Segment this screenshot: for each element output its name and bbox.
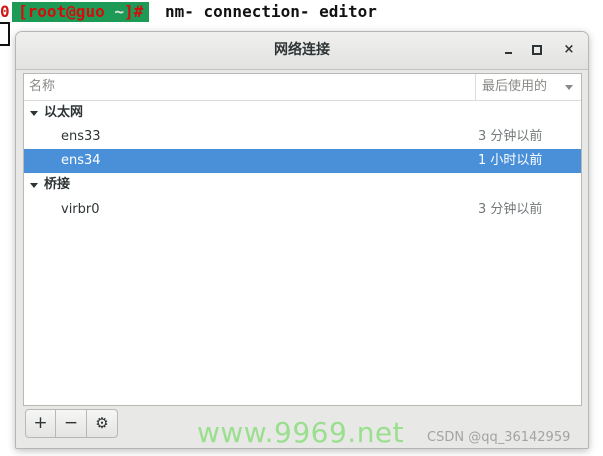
site-watermark: www.9969.net <box>197 416 405 449</box>
connection-last-used: 3 分钟以前 <box>478 129 543 144</box>
window-titlebar[interactable]: 网络连接 × <box>16 32 588 70</box>
maximize-button[interactable] <box>525 38 549 62</box>
group-row-bridge[interactable]: 桥接 <box>24 173 581 197</box>
connection-row-virbr0[interactable]: virbr0 3 分钟以前 <box>24 198 581 222</box>
connection-row-ens33[interactable]: ens33 3 分钟以前 <box>24 125 581 149</box>
list-header: 名称 最后使用的 <box>24 74 581 101</box>
network-connections-window: 网络连接 × 名称 最后使用的 以太网 ens33 3 分钟以前 ens34 1… <box>15 31 589 449</box>
column-header-last-used[interactable]: 最后使用的 <box>475 74 581 100</box>
edit-connection-button[interactable]: ⚙ <box>87 409 118 438</box>
expander-arrow-icon[interactable] <box>30 183 38 188</box>
terminal-left-digit: 0 <box>0 2 10 21</box>
connections-list[interactable]: 名称 最后使用的 以太网 ens33 3 分钟以前 ens34 1 小时以前 桥… <box>23 73 582 406</box>
shell-prompt: [root@guo ~]# <box>12 2 150 22</box>
column-header-name[interactable]: 名称 <box>29 74 55 100</box>
group-row-ethernet[interactable]: 以太网 <box>24 101 581 125</box>
terminal-cursor <box>0 22 10 46</box>
minimize-button[interactable] <box>496 38 520 62</box>
terminal-command: nm- connection- editor <box>165 2 377 21</box>
plus-icon: + <box>33 413 48 433</box>
connection-name: ens33 <box>61 129 101 144</box>
prompt-open-bracket: [ <box>18 2 28 21</box>
prompt-close: ]# <box>123 2 144 21</box>
connection-name: ens34 <box>61 153 101 168</box>
group-label: 桥接 <box>44 177 71 192</box>
connection-name: virbr0 <box>61 202 100 217</box>
connection-last-used: 3 分钟以前 <box>478 202 543 217</box>
gear-icon: ⚙ <box>95 414 109 432</box>
sort-arrow-icon <box>565 85 573 90</box>
terminal-command-line: 0 [root@guo ~]# nm- connection- editor <box>0 0 603 24</box>
connection-last-used: 1 小时以前 <box>478 153 543 168</box>
close-icon: × <box>563 42 575 57</box>
add-connection-button[interactable]: + <box>25 409 56 438</box>
minus-icon: − <box>63 413 79 433</box>
expander-arrow-icon[interactable] <box>30 111 38 116</box>
csdn-watermark: CSDN @qq_36142959 <box>427 430 571 445</box>
minimize-icon <box>504 51 512 54</box>
column-header-last-used-label: 最后使用的 <box>482 79 548 94</box>
prompt-user-host: root@guo <box>27 2 105 21</box>
close-button[interactable]: × <box>557 38 581 62</box>
prompt-path: ~ <box>104 2 124 21</box>
maximize-icon <box>532 44 542 55</box>
remove-connection-button[interactable]: − <box>56 409 87 438</box>
connection-row-ens34[interactable]: ens34 1 小时以前 <box>24 149 581 173</box>
group-label: 以太网 <box>44 105 84 120</box>
